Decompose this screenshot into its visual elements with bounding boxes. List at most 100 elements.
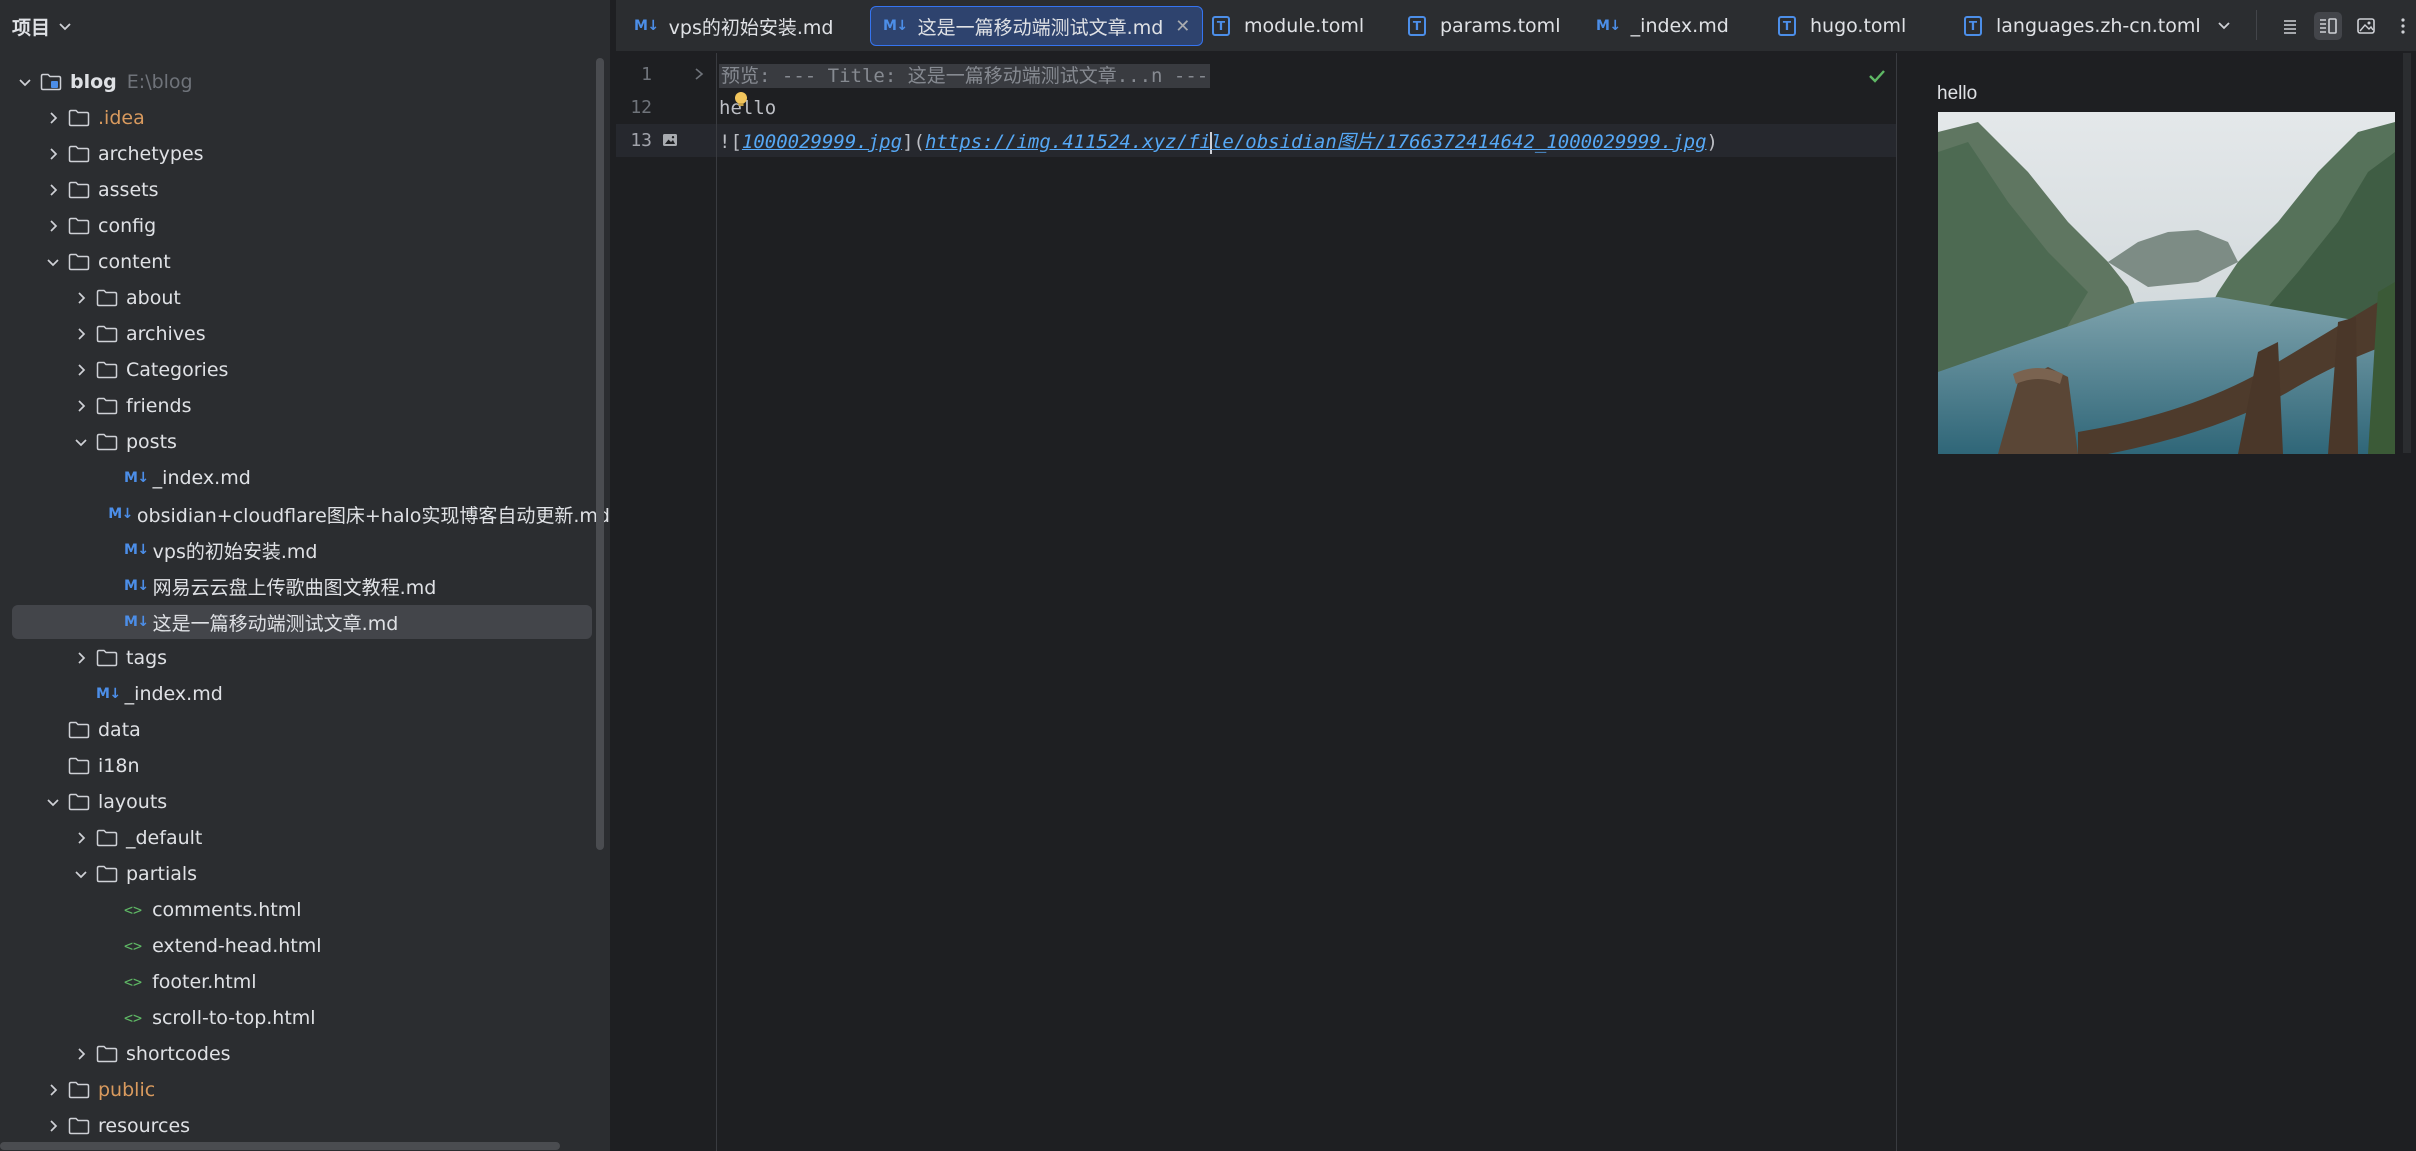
chevron-down-icon[interactable] xyxy=(44,793,62,811)
chevron-down-icon[interactable] xyxy=(72,865,90,883)
tree-item-md[interactable]: M↓ _index.md xyxy=(0,460,610,496)
tree-item-label: resources xyxy=(98,1115,191,1137)
preview-only-icon[interactable] xyxy=(2352,12,2380,40)
html-file-icon: <> xyxy=(124,937,143,955)
chevron-right-icon[interactable] xyxy=(72,829,90,847)
tree-item-folder[interactable]: partials xyxy=(0,856,610,892)
preview-paragraph: hello xyxy=(1937,83,1978,104)
folder-icon xyxy=(96,829,118,847)
tree-item-md[interactable]: M↓ 网易云云盘上传歌曲图文教程.md xyxy=(0,568,610,604)
more-options-icon[interactable] xyxy=(2394,12,2412,40)
checkmark-icon[interactable] xyxy=(1867,66,1887,86)
tree-item-folder[interactable]: _default xyxy=(0,820,610,856)
code-punct: ] xyxy=(902,131,914,153)
image-link-code[interactable]: ![1000029999.jpg](https://img.411524.xyz… xyxy=(719,127,1718,154)
horizontal-scrollbar[interactable] xyxy=(0,1142,560,1150)
tree-item-folder[interactable]: friends xyxy=(0,388,610,424)
lightbulb-icon[interactable] xyxy=(732,90,750,108)
arrow-spacer xyxy=(44,721,62,739)
tree-item-folder[interactable]: public xyxy=(0,1072,610,1108)
chevron-down-icon[interactable] xyxy=(44,253,62,271)
vertical-scrollbar[interactable] xyxy=(596,58,604,850)
chevron-down-icon[interactable] xyxy=(16,73,34,91)
close-icon[interactable]: ✕ xyxy=(1175,16,1190,37)
tree-item-folder[interactable]: shortcodes xyxy=(0,1036,610,1072)
tab-index-md[interactable]: M↓ _index.md xyxy=(1584,6,1741,46)
folded-front-matter[interactable]: 预览: --- Title: 这是一篇移动端测试文章...n --- xyxy=(719,61,1211,88)
chevron-right-icon[interactable] xyxy=(44,109,62,127)
chevron-right-icon[interactable] xyxy=(72,289,90,307)
chevron-right-icon[interactable] xyxy=(44,217,62,235)
tree-item-folder[interactable]: data xyxy=(0,712,610,748)
fold-expand-icon[interactable] xyxy=(693,67,705,81)
chevron-right-icon[interactable] xyxy=(72,649,90,667)
tree-item-folder[interactable]: archives xyxy=(0,316,610,352)
link-url[interactable]: https://img.411524.xyz/fi xyxy=(925,131,1211,153)
tree-item-folder[interactable]: archetypes xyxy=(0,136,610,172)
editor-line[interactable]: 12 hello xyxy=(616,91,1896,124)
tree-item-folder[interactable]: i18n xyxy=(0,748,610,784)
editor-line[interactable]: 1 预览: --- Title: 这是一篇移动端测试文章...n --- xyxy=(616,58,1896,91)
tree-item-label: content xyxy=(98,251,171,273)
tree-item-html[interactable]: <> comments.html xyxy=(0,892,610,928)
tree-item-label: vps的初始安装.md xyxy=(152,540,318,563)
tab-languages-toml[interactable]: T languages.zh-cn.toml xyxy=(1952,6,2213,46)
tab-params-toml[interactable]: T params.toml xyxy=(1396,6,1572,46)
code-punct: ! xyxy=(719,131,731,153)
markdown-preview: hello xyxy=(1896,53,2416,1151)
tab-list-chevron-icon[interactable] xyxy=(2210,12,2238,40)
folder-icon xyxy=(96,649,118,667)
folder-icon xyxy=(68,109,90,127)
tree-item-html[interactable]: <> extend-head.html xyxy=(0,928,610,964)
tree-item-folder[interactable]: tags xyxy=(0,640,610,676)
tree-item-folder[interactable]: assets xyxy=(0,172,610,208)
chevron-down-icon[interactable] xyxy=(72,433,90,451)
tree-item-html[interactable]: <> footer.html xyxy=(0,964,610,1000)
tree-item-folder[interactable]: config xyxy=(0,208,610,244)
tree-item-module[interactable]: blog E:\blog xyxy=(0,64,610,100)
chevron-right-icon[interactable] xyxy=(44,145,62,163)
toolbar-divider xyxy=(2256,10,2257,40)
chevron-right-icon[interactable] xyxy=(72,397,90,415)
tab-vps-install[interactable]: M↓ vps的初始安装.md xyxy=(622,6,845,46)
tree-item-md[interactable]: M↓ 这是一篇移动端测试文章.md xyxy=(0,604,610,640)
tree-item-folder[interactable]: about xyxy=(0,280,610,316)
chevron-right-icon[interactable] xyxy=(72,325,90,343)
tree-item-folder[interactable]: .idea xyxy=(0,100,610,136)
code-punct: [ xyxy=(730,131,742,153)
editor-and-preview-icon[interactable] xyxy=(2314,12,2342,40)
image-gutter-icon[interactable] xyxy=(662,133,678,147)
chevron-right-icon[interactable] xyxy=(72,1045,90,1063)
markdown-editor[interactable]: 1 预览: --- Title: 这是一篇移动端测试文章...n --- 12 … xyxy=(616,53,1896,1151)
tree-item-md[interactable]: M↓ vps的初始安装.md xyxy=(0,532,610,568)
tree-item-md[interactable]: M↓ obsidian+cloudflare图床+halo实现博客自动更新.md xyxy=(0,496,610,532)
tree-item-folder[interactable]: posts xyxy=(0,424,610,460)
editor-line-current[interactable]: 13 ![1000029999.jpg](https://img.411524.… xyxy=(616,124,1896,157)
tree-item-folder[interactable]: Categories xyxy=(0,352,610,388)
markdown-file-icon: M↓ xyxy=(124,542,149,558)
chevron-down-icon[interactable] xyxy=(58,19,72,33)
tab-hugo-toml[interactable]: T hugo.toml xyxy=(1766,6,1918,46)
tab-mobile-test-article[interactable]: M↓ 这是一篇移动端测试文章.md ✕ xyxy=(870,6,1204,46)
fold-summary[interactable]: 预览: --- Title: 这是一篇移动端测试文章...n --- xyxy=(719,64,1211,88)
tree-item-folder[interactable]: content xyxy=(0,244,610,280)
chevron-right-icon[interactable] xyxy=(44,1117,62,1135)
tree-item-label: tags xyxy=(126,647,168,669)
link-url[interactable]: le/obsidian图片/1766372414642_1000029999.j… xyxy=(1211,131,1707,153)
chevron-right-icon[interactable] xyxy=(44,181,62,199)
tab-module-toml[interactable]: T module.toml xyxy=(1200,6,1376,46)
tree-item-folder[interactable]: layouts xyxy=(0,784,610,820)
tree-item-html[interactable]: <> scroll-to-top.html xyxy=(0,1000,610,1036)
tree-item-label: partials xyxy=(126,863,198,885)
tree-item-label: posts xyxy=(126,431,177,453)
chevron-right-icon[interactable] xyxy=(72,361,90,379)
preview-scrollbar[interactable] xyxy=(2403,53,2411,453)
tree-item-folder[interactable]: resources xyxy=(0,1108,610,1144)
editor-only-icon[interactable] xyxy=(2276,12,2304,40)
link-alt-text[interactable]: 1000029999.jpg xyxy=(742,131,902,153)
line-number: 13 xyxy=(630,130,652,151)
tree-item-md[interactable]: M↓ _index.md xyxy=(0,676,610,712)
project-header[interactable]: 项目 xyxy=(0,0,610,52)
tree-item-label: shortcodes xyxy=(126,1043,231,1065)
chevron-right-icon[interactable] xyxy=(44,1081,62,1099)
